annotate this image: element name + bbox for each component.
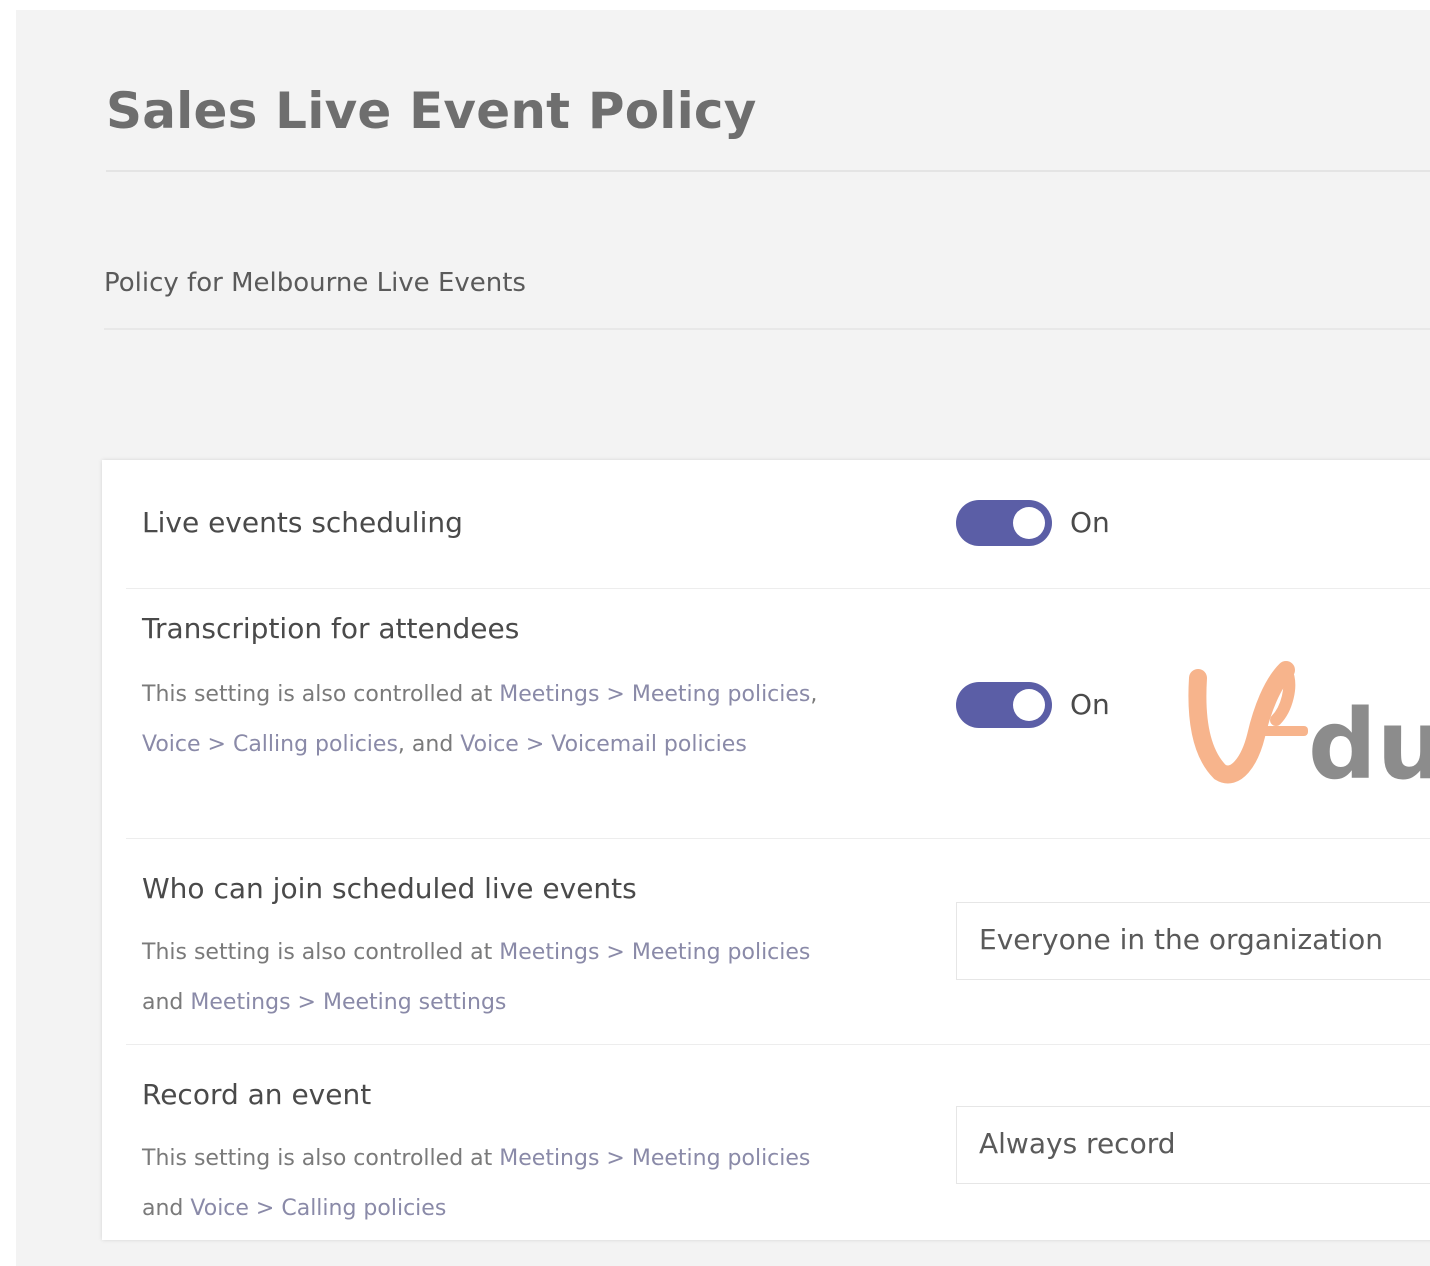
help-separator: and xyxy=(142,990,191,1015)
record-event-select[interactable]: Always record xyxy=(956,1106,1430,1184)
help-prefix: This setting is also controlled at xyxy=(142,1146,500,1171)
settings-card: Live events scheduling On Transcription … xyxy=(102,460,1430,1240)
record-event-value: Always record xyxy=(979,1127,1176,1160)
toggle-knob xyxy=(1013,689,1045,721)
page-title: Sales Live Event Policy xyxy=(106,82,757,140)
help-separator: , and xyxy=(397,732,461,757)
live-events-scheduling-state: On xyxy=(1070,506,1110,539)
title-divider xyxy=(106,170,1430,172)
row-divider xyxy=(126,1044,1430,1045)
toggle-knob xyxy=(1013,507,1045,539)
transcription-help-text: This setting is also controlled at Meeti… xyxy=(142,670,842,770)
description-divider xyxy=(104,328,1430,330)
row-divider xyxy=(126,588,1430,589)
help-link-voicemail-policies[interactable]: Voice > Voicemail policies xyxy=(460,732,747,757)
policy-description[interactable]: Policy for Melbourne Live Events xyxy=(104,268,526,298)
who-can-join-value: Everyone in the organization xyxy=(979,923,1383,956)
setting-label-live-events-scheduling: Live events scheduling xyxy=(142,506,463,539)
help-link-meeting-policies[interactable]: Meetings > Meeting policies xyxy=(499,940,810,965)
setting-label-who-can-join: Who can join scheduled live events xyxy=(142,872,637,905)
watermark-text: du xyxy=(1308,689,1430,800)
help-link-calling-policies[interactable]: Voice > Calling policies xyxy=(142,732,398,757)
help-prefix: This setting is also controlled at xyxy=(142,682,500,707)
who-can-join-help-text: This setting is also controlled at Meeti… xyxy=(142,928,842,1028)
help-link-meeting-settings[interactable]: Meetings > Meeting settings xyxy=(190,990,506,1015)
setting-label-transcription: Transcription for attendees xyxy=(142,612,520,645)
transcription-toggle[interactable] xyxy=(956,682,1052,728)
who-can-join-select[interactable]: Everyone in the organization xyxy=(956,902,1430,980)
setting-label-record-event: Record an event xyxy=(142,1078,372,1111)
record-event-help-text: This setting is also controlled at Meeti… xyxy=(142,1134,842,1234)
help-separator: and xyxy=(142,1196,191,1221)
v-logo-bar xyxy=(1260,726,1308,736)
help-separator: , xyxy=(810,682,818,707)
watermark-logo: du xyxy=(1188,661,1430,800)
v-logo-icon xyxy=(1188,661,1308,784)
policy-page: Sales Live Event Policy Policy for Melbo… xyxy=(16,10,1430,1266)
help-prefix: This setting is also controlled at xyxy=(142,940,500,965)
help-link-calling-policies[interactable]: Voice > Calling policies xyxy=(190,1196,446,1221)
transcription-state: On xyxy=(1070,688,1110,721)
help-link-meeting-policies[interactable]: Meetings > Meeting policies xyxy=(499,1146,810,1171)
live-events-scheduling-toggle[interactable] xyxy=(956,500,1052,546)
help-link-meeting-policies[interactable]: Meetings > Meeting policies xyxy=(499,682,810,707)
row-divider xyxy=(126,838,1430,839)
